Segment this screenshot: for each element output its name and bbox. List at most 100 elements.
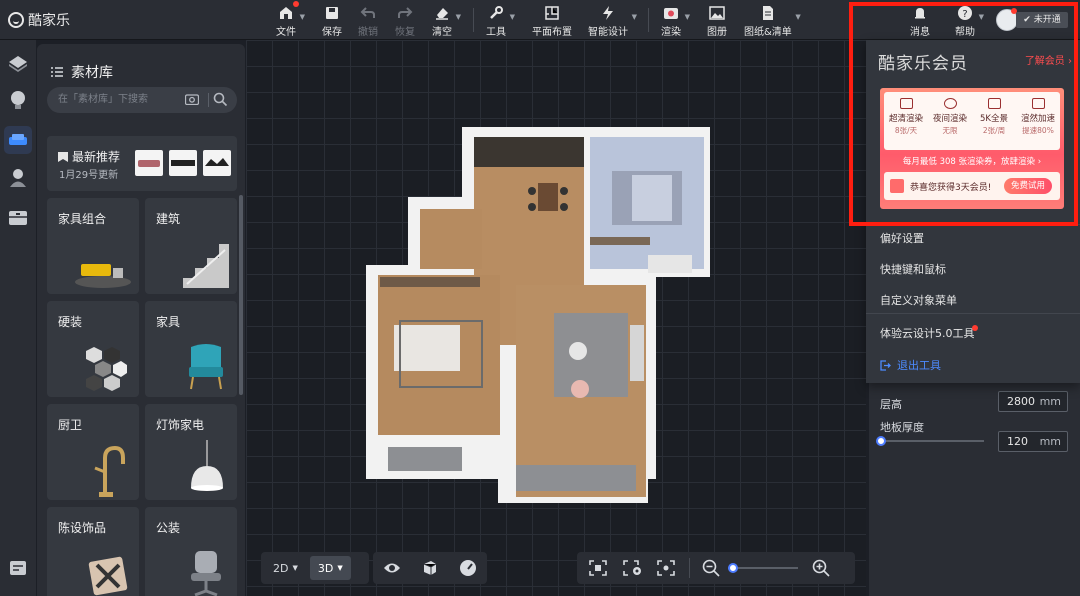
living-rug <box>554 313 628 397</box>
recommend-thumb-decor[interactable] <box>203 150 231 176</box>
frame-settings-icon[interactable] <box>623 560 643 576</box>
recommend-thumb-cabinet[interactable] <box>169 150 197 176</box>
render-button[interactable]: 渲染 ▼ <box>661 2 690 38</box>
floor-height-input[interactable]: 2800 mm <box>998 391 1068 412</box>
category-furniture-set[interactable]: 家具组合 <box>47 198 139 294</box>
left-icon-rail <box>0 40 36 596</box>
drawings-list-button[interactable]: 图纸&清单 ▼ <box>744 2 801 38</box>
material-library-panel: 素材库 在「素材库」下搜索 最新推荐 1月29号更新 家具组合 建筑 硬装 家具… <box>37 44 245 596</box>
rail-settings[interactable] <box>4 554 32 582</box>
recommend-update-date: 1月29号更新 <box>59 170 119 181</box>
search-divider <box>208 93 209 107</box>
app-logo[interactable]: 酷家乐 <box>8 10 70 30</box>
balcony-bottom <box>516 465 636 491</box>
library-scrollbar[interactable] <box>239 195 243 395</box>
clear-button[interactable]: 清空 ▼ <box>432 2 461 38</box>
panel-icon <box>10 561 26 575</box>
frame-icon[interactable] <box>589 560 607 576</box>
list-icon <box>51 67 63 77</box>
category-commercial[interactable]: 公装 <box>145 507 237 596</box>
menu-try-cloud-design[interactable]: 体验云设计5.0工具 <box>880 325 975 341</box>
camera-search-icon[interactable] <box>185 93 199 105</box>
bookmark-icon <box>58 151 68 162</box>
sofa <box>630 325 644 381</box>
view-3d-button[interactable]: 3D ▼ <box>309 556 351 580</box>
file-menu-button[interactable]: 文件 ▼ <box>276 1 305 38</box>
category-hard-decoration[interactable]: 硬装 <box>47 301 139 397</box>
zoom-slider[interactable] <box>728 562 798 574</box>
floor-thickness-label: 地板厚度 <box>880 421 924 434</box>
cube-view-icon[interactable] <box>422 560 438 576</box>
floor-plan-3d[interactable] <box>366 125 712 505</box>
furniture-set-icon <box>75 264 131 288</box>
undo-button[interactable]: 撤销 <box>358 2 378 38</box>
menu-shortcuts-mouse[interactable]: 快捷键和鼠标 <box>880 261 946 277</box>
rail-user-models[interactable] <box>4 164 32 192</box>
eraser-icon <box>436 8 448 20</box>
undo-icon <box>360 7 375 18</box>
rail-furniture[interactable] <box>4 126 32 154</box>
save-icon <box>326 7 338 19</box>
eye-icon[interactable] <box>383 561 401 575</box>
chevron-down-icon: ▼ <box>631 13 637 21</box>
file-notification-dot <box>293 1 299 7</box>
entry-floor <box>420 209 482 269</box>
search-icon[interactable] <box>213 92 228 107</box>
document-icon <box>762 6 773 20</box>
cube-icon <box>9 56 27 72</box>
floor-layout-button[interactable]: 平面布置 <box>532 2 572 38</box>
chevron-down-icon: ▼ <box>795 13 801 21</box>
balcony-left <box>388 447 462 471</box>
highlight-annotation-box <box>849 2 1078 226</box>
library-title: 素材库 <box>71 65 113 81</box>
floor-thickness-slider-thumb[interactable] <box>876 436 886 446</box>
rail-cabinet[interactable] <box>4 204 32 232</box>
library-search-input[interactable]: 在「素材库」下搜索 <box>47 87 237 113</box>
category-kitchen-bath[interactable]: 厨卫 <box>47 404 139 500</box>
wrench-icon <box>490 6 503 19</box>
bulb-icon <box>11 91 25 109</box>
rail-floorplan[interactable] <box>4 50 32 78</box>
floor-thickness-slider-track[interactable] <box>882 440 984 442</box>
kitchen-counter <box>474 137 584 167</box>
menu-preferences[interactable]: 偏好设置 <box>880 230 924 246</box>
person-icon <box>10 169 26 187</box>
redo-icon <box>398 7 413 18</box>
office-chair-icon <box>191 551 221 596</box>
dining-table <box>538 183 558 211</box>
save-button[interactable]: 保存 <box>322 2 342 38</box>
bed-left <box>394 325 460 371</box>
category-architecture[interactable]: 建筑 <box>145 198 237 294</box>
rail-lighting[interactable] <box>4 86 32 114</box>
gauge-icon[interactable] <box>459 559 477 577</box>
redo-button[interactable]: 恢复 <box>395 2 415 38</box>
camera-zoom-toolbar <box>577 552 855 584</box>
tools-menu-button[interactable]: 工具 ▼ <box>486 2 515 38</box>
category-lighting-appliances[interactable]: 灯饰家电 <box>145 404 237 500</box>
stairs-icon <box>183 244 229 288</box>
fit-view-icon[interactable] <box>657 560 675 576</box>
floor-thickness-input[interactable]: 120 mm <box>998 431 1068 452</box>
toolbar-divider <box>648 8 649 32</box>
category-furniture[interactable]: 家具 <box>145 301 237 397</box>
recommend-thumb-sofa[interactable] <box>135 150 163 176</box>
latest-recommendations[interactable]: 最新推荐 1月29号更新 <box>47 136 237 191</box>
lightning-icon <box>603 6 613 20</box>
view-2d-button[interactable]: 2D ▼ <box>265 556 306 580</box>
zoom-slider-thumb[interactable] <box>728 563 738 573</box>
zoom-in-icon[interactable] <box>812 559 830 577</box>
category-decor[interactable]: 陈设饰品 <box>47 507 139 596</box>
smart-design-button[interactable]: 智能设计 ▼ <box>588 2 637 38</box>
menu-exit-tool[interactable]: 退出工具 <box>880 357 941 373</box>
hex-tile-icon <box>86 347 127 391</box>
chevron-down-icon: ▼ <box>337 564 343 572</box>
chevron-down-icon: ▼ <box>292 564 298 572</box>
menu-custom-object-menu[interactable]: 自定义对象菜单 <box>880 292 957 308</box>
exit-icon <box>880 359 891 371</box>
album-button[interactable]: 图册 <box>707 2 727 38</box>
zoom-out-icon[interactable] <box>702 559 720 577</box>
sofa-thumb-icon <box>138 160 160 167</box>
armchair-icon <box>189 344 223 390</box>
logo-icon <box>8 12 24 28</box>
recommend-title: 最新推荐 <box>57 148 120 165</box>
